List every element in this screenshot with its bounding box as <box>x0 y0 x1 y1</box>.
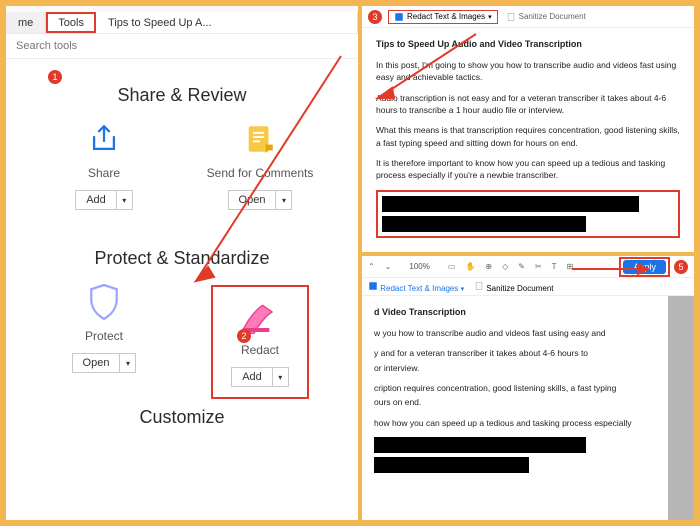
toolbar-icons: ⌃ ⌄ 100% ▭ ✋ ⊕ ◇ ✎ ✂ T ⊞ <box>368 262 573 271</box>
doc-p2-short-a: y and for a veteran transcriber it takes… <box>374 347 656 359</box>
doc-p3: What this means is that transcription re… <box>376 124 680 149</box>
tab-tools[interactable]: Tools <box>46 12 96 33</box>
redaction-bar <box>374 437 586 453</box>
redaction-selection[interactable] <box>376 190 680 238</box>
sanitize-document-button[interactable]: Sanitize Document <box>506 12 586 22</box>
applied-redactions <box>374 437 656 473</box>
sanitize-document-button-2[interactable]: Sanitize Document <box>474 281 553 293</box>
tab-home[interactable]: me <box>6 12 46 33</box>
nav-down-icon[interactable]: ⌄ <box>385 262 392 271</box>
nav-up-icon[interactable]: ⌃ <box>368 262 375 271</box>
document-icon <box>506 12 516 22</box>
step-badge-5: 5 <box>674 260 688 274</box>
marker-icon <box>394 12 404 22</box>
doc-p4: It is therefore important to know how yo… <box>376 157 680 182</box>
doc-p2-short-b: or interview. <box>374 362 656 374</box>
doc-p1-short: w you how to transcribe audio and videos… <box>374 327 656 339</box>
redact-preview-panel: 3 Redact Text & Images ▾ Sanitize Docume… <box>362 6 694 252</box>
redaction-bar <box>382 196 639 212</box>
zoom-tool-icon[interactable]: ⊕ <box>485 262 492 271</box>
tool-protect-label: Protect <box>85 329 123 343</box>
step-badge-2: 2 <box>237 329 251 343</box>
zoom-level[interactable]: 100% <box>409 262 429 271</box>
text-icon[interactable]: T <box>552 262 557 271</box>
doc-p3-short-a: cription requires concentration, good li… <box>374 382 656 394</box>
step-badge-1: 1 <box>48 70 62 84</box>
redact-toolbar: 3 Redact Text & Images ▾ Sanitize Docume… <box>362 6 694 28</box>
comments-icon <box>237 118 283 160</box>
redaction-bar <box>374 457 529 473</box>
step-badge-3: 3 <box>368 10 382 24</box>
document-content-2: d Video Transcription w you how to trans… <box>362 296 668 520</box>
selection-tool-icon[interactable]: ▭ <box>448 262 456 271</box>
marker-icon <box>368 281 378 291</box>
doc-title-short: d Video Transcription <box>374 306 656 319</box>
section-customize: Customize <box>6 407 358 428</box>
main-toolbar: ⌃ ⌄ 100% ▭ ✋ ⊕ ◇ ✎ ✂ T ⊞ Apply 5 <box>362 256 694 278</box>
redact-add-button[interactable]: Add▾ <box>231 367 289 387</box>
share-icon <box>81 118 127 160</box>
tab-bar: me Tools Tips to Speed Up A... <box>6 6 358 34</box>
redaction-bar <box>382 216 586 232</box>
tools-panel: me Tools Tips to Speed Up A... Search to… <box>6 6 358 520</box>
highlight-icon[interactable]: ◇ <box>502 262 508 271</box>
redact-text-images-button[interactable]: Redact Text & Images ▾ <box>388 10 498 24</box>
erase-icon[interactable]: ✂ <box>535 262 542 271</box>
scrollbar[interactable] <box>668 296 694 520</box>
apply-panel: ⌃ ⌄ 100% ▭ ✋ ⊕ ◇ ✎ ✂ T ⊞ Apply 5 Redact … <box>362 256 694 520</box>
redact-toolbar-2: Redact Text & Images ▾ Sanitize Document <box>362 278 694 296</box>
tool-redact-label: Redact <box>241 343 279 357</box>
pen-icon[interactable]: ✎ <box>518 262 525 271</box>
document-icon <box>474 281 484 291</box>
protect-open-button[interactable]: Open▾ <box>72 353 137 373</box>
doc-p3-short-b: ours on end. <box>374 396 656 408</box>
shield-icon <box>81 281 127 323</box>
tab-document[interactable]: Tips to Speed Up A... <box>96 12 358 33</box>
redact-text-images-button-2[interactable]: Redact Text & Images ▾ <box>368 281 464 293</box>
hand-tool-icon[interactable]: ✋ <box>465 262 475 271</box>
doc-p4-short: how how you can speed up a tedious and t… <box>374 417 656 429</box>
